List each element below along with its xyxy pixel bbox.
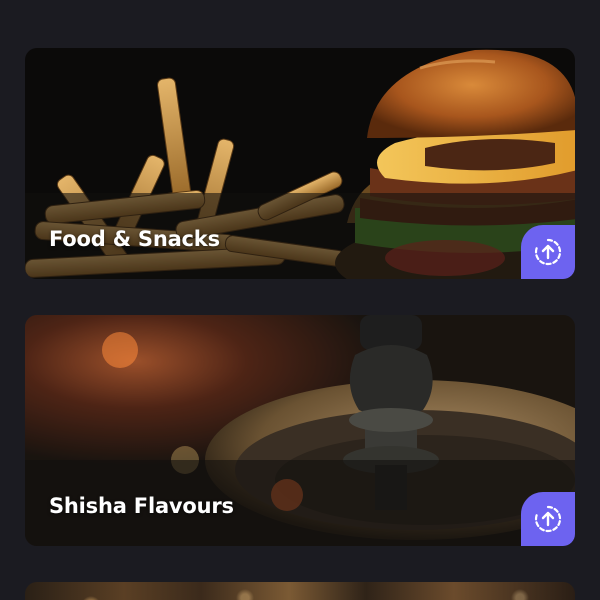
category-card-shisha-flavours[interactable]: Shisha Flavours — [25, 315, 575, 546]
upload-circle-icon — [534, 505, 562, 533]
category-card-partial[interactable] — [25, 582, 575, 600]
upload-circle-icon — [534, 238, 562, 266]
category-title: Food & Snacks — [49, 227, 220, 251]
category-list: Food & Snacks Shisha Flavours — [0, 0, 600, 600]
upload-button[interactable] — [521, 492, 575, 546]
category-card-food-snacks[interactable]: Food & Snacks — [25, 48, 575, 279]
category-title: Shisha Flavours — [49, 494, 234, 518]
upload-button[interactable] — [521, 225, 575, 279]
